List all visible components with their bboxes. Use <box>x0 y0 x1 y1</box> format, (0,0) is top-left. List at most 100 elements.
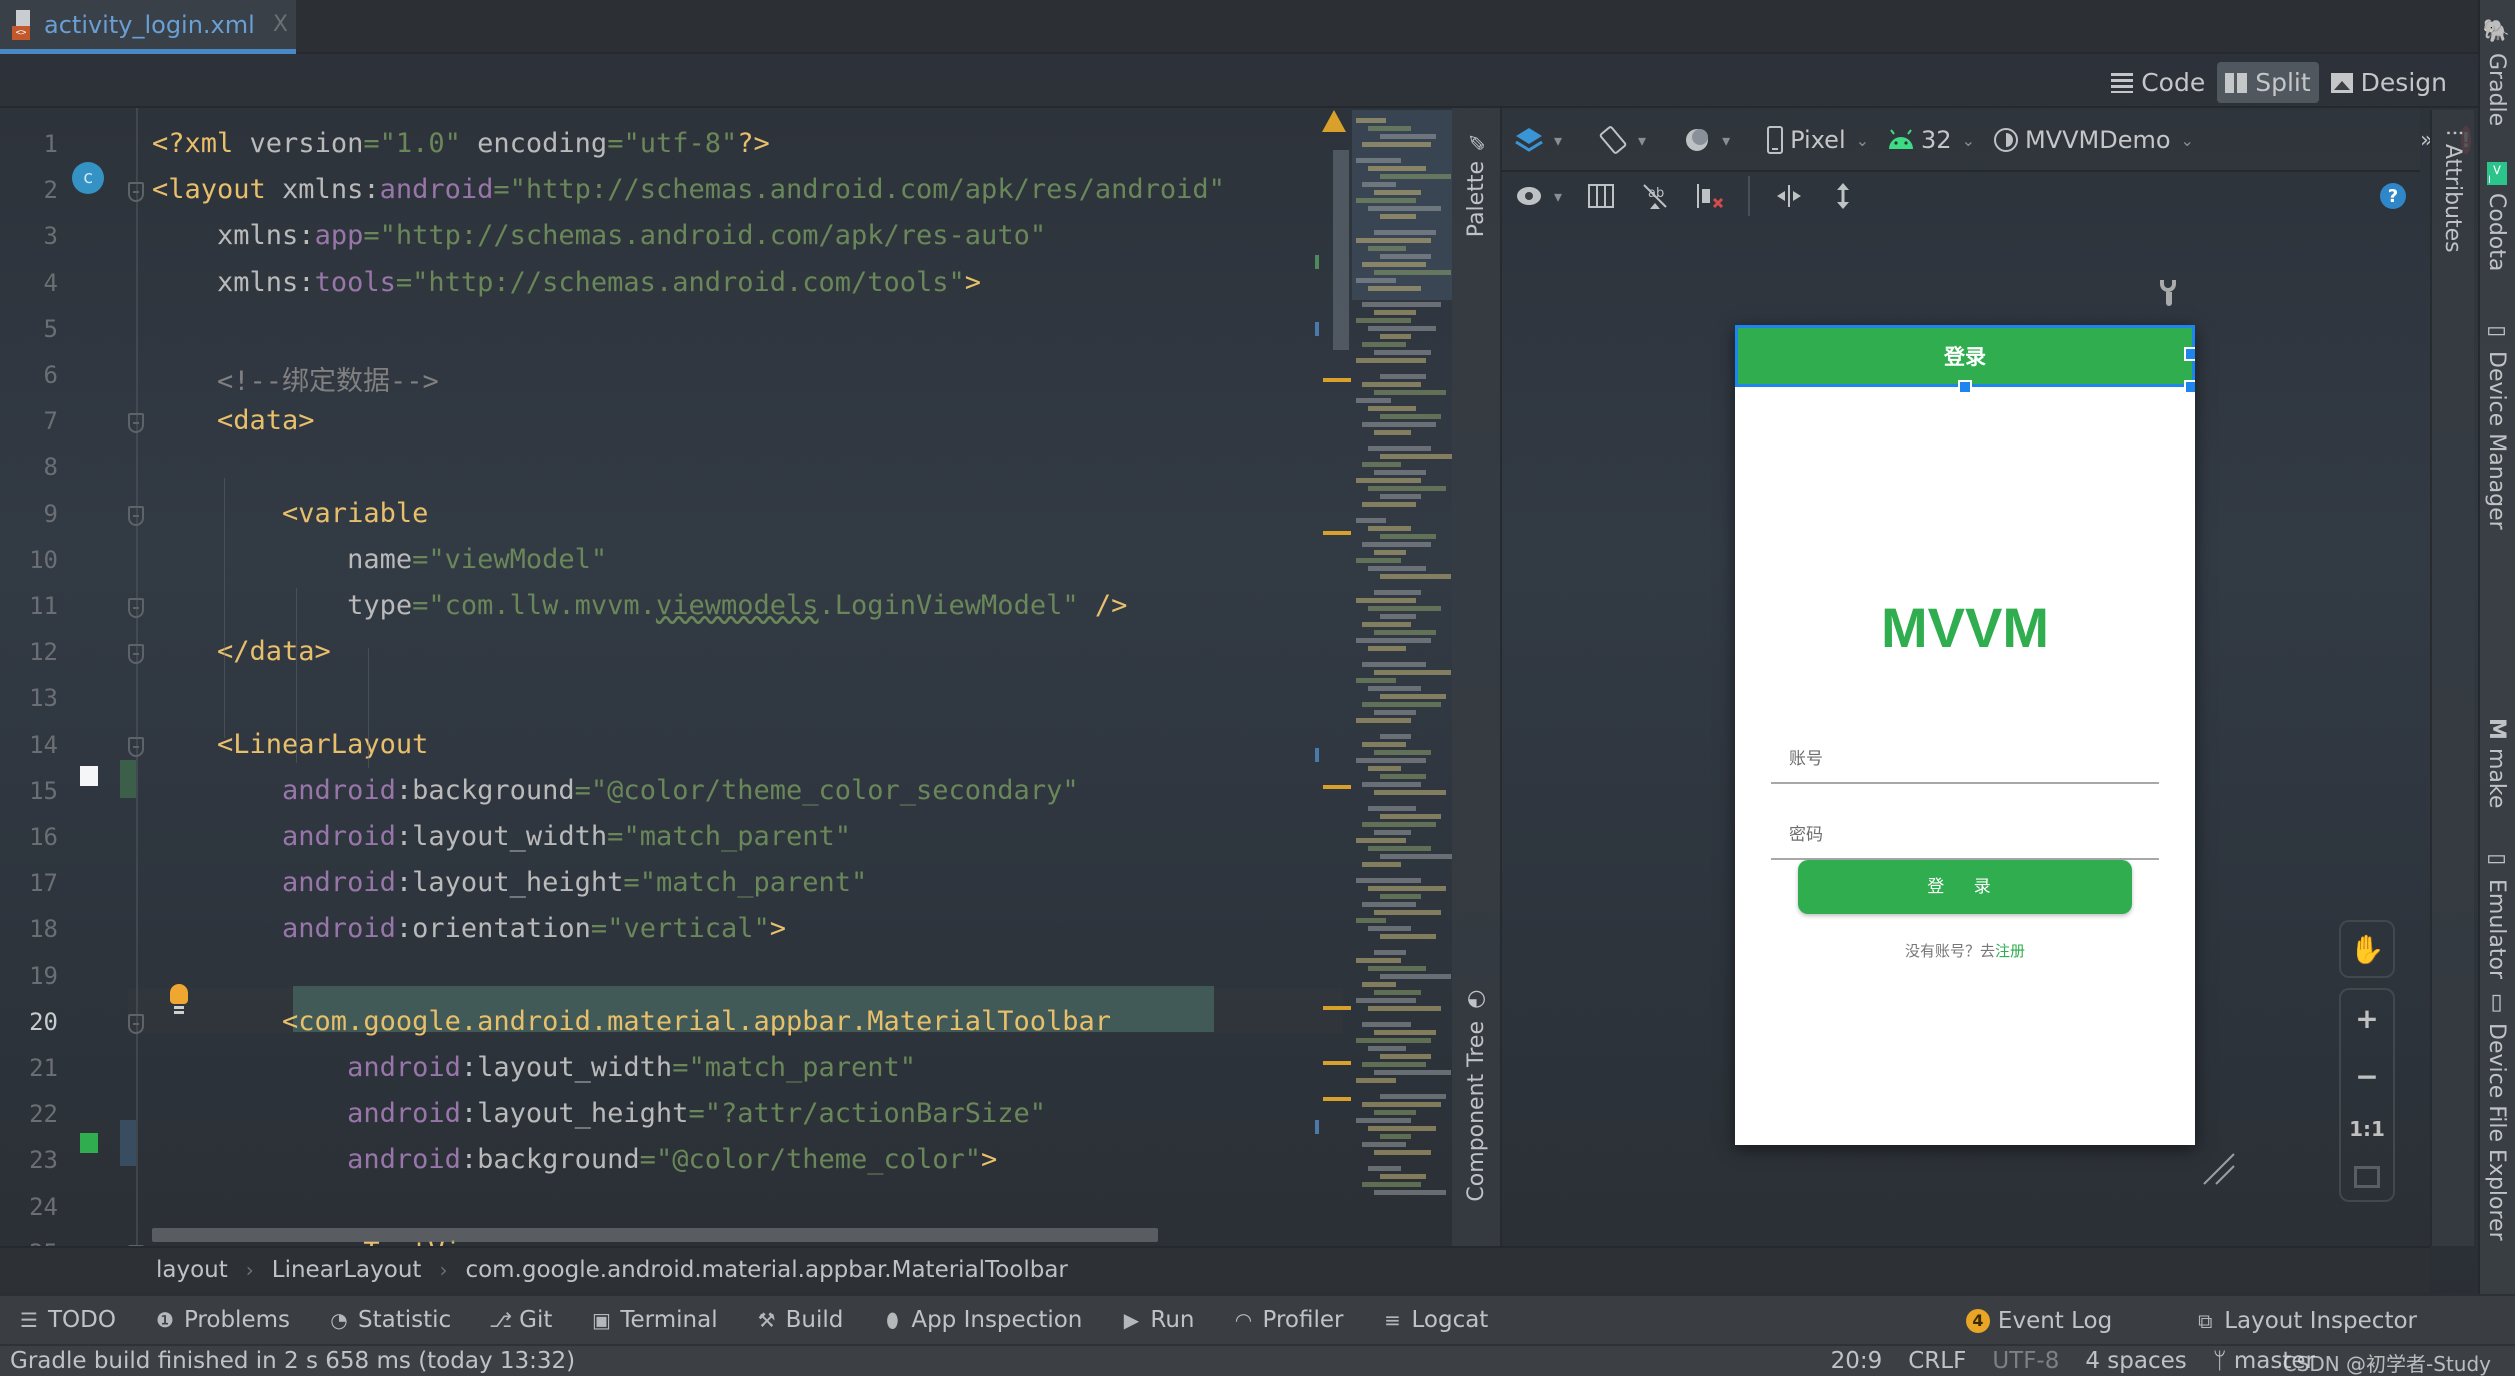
design-surface-button[interactable]: ▾ <box>1514 125 1562 155</box>
preview-password-field[interactable]: 密码 <box>1771 798 2159 860</box>
zoom-to-fit-icon[interactable] <box>2354 1165 2380 1188</box>
code-line[interactable]: android:orientation="vertical"> <box>152 913 786 944</box>
warning-stripe-mark[interactable] <box>1323 1006 1351 1010</box>
blueprint-columns-icon[interactable] <box>1586 181 1616 211</box>
api-level-selector[interactable]: 32 ⌄ <box>1887 126 1975 154</box>
preview-account-field[interactable]: 账号 <box>1771 722 2159 784</box>
code-minimap[interactable] <box>1352 108 1452 1246</box>
intention-bulb-icon[interactable] <box>170 984 188 1012</box>
selection-handle-corner[interactable] <box>2184 380 2195 394</box>
fold-toggle-icon[interactable] <box>128 182 144 203</box>
vcs-change-marker[interactable] <box>120 760 136 798</box>
code-line[interactable]: android:layout_width="match_parent" <box>152 1052 916 1083</box>
zoom-out-button[interactable]: − <box>2355 1060 2378 1093</box>
palette-tab[interactable]: Palette ✎ <box>1464 128 1489 237</box>
tool-window-logcat[interactable]: ≡ Logcat <box>1381 1307 1488 1333</box>
change-stripe-mark[interactable] <box>1315 1120 1319 1134</box>
code-line[interactable]: name="viewModel" <box>152 544 607 575</box>
tool-window-build[interactable]: ⚒ Build <box>756 1307 844 1333</box>
code-line[interactable]: <data> <box>152 405 315 436</box>
tool-window-statistic[interactable]: ◔ Statistic <box>328 1307 451 1333</box>
gradle-tab[interactable]: 🐘 Gradle <box>2484 18 2509 126</box>
expand-vertical-icon[interactable] <box>1828 181 1858 211</box>
fold-toggle-icon[interactable] <box>128 1013 144 1034</box>
code-line[interactable]: xmlns:app="http://schemas.android.com/ap… <box>152 220 1046 251</box>
code-line[interactable]: <com.google.android.material.appbar.Mate… <box>152 1006 1111 1037</box>
code-line[interactable]: <variable <box>152 498 428 529</box>
fold-toggle-icon[interactable] <box>128 736 144 757</box>
code-line[interactable]: android:layout_width="match_parent" <box>152 821 851 852</box>
vcs-change-marker[interactable] <box>120 1120 136 1166</box>
event-log-button[interactable]: 4 Event Log <box>1965 1308 2112 1334</box>
preview-material-toolbar[interactable]: 登录 <box>1735 325 2195 387</box>
warning-stripe-mark[interactable] <box>1323 1097 1351 1101</box>
tool-window-todo[interactable]: ☰ TODO <box>18 1307 116 1333</box>
color-swatch-secondary[interactable] <box>80 766 98 786</box>
breadcrumb-item-linearlayout[interactable]: LinearLayout <box>272 1257 422 1283</box>
line-ending[interactable]: CRLF <box>1908 1348 1966 1374</box>
pack-horizontal-icon[interactable] <box>1774 181 1804 211</box>
file-encoding[interactable]: UTF-8 <box>1992 1348 2059 1374</box>
register-link[interactable]: 注册 <box>1995 942 2025 960</box>
color-swatch-theme[interactable] <box>80 1133 98 1153</box>
warning-icon[interactable] <box>1322 110 1346 132</box>
code-line[interactable]: </data> <box>152 636 331 667</box>
tool-window-profiler[interactable]: ◠ Profiler <box>1233 1307 1344 1333</box>
night-mode-button[interactable]: ▾ <box>1682 125 1730 155</box>
component-tree-tab[interactable]: Component Tree ◔ <box>1464 988 1489 1202</box>
tool-window-terminal[interactable]: ▣ Terminal <box>590 1307 718 1333</box>
wrench-icon[interactable] <box>2160 280 2178 308</box>
change-stripe-mark[interactable] <box>1315 322 1319 336</box>
code-line[interactable]: <layout xmlns:android="http://schemas.an… <box>152 174 1225 205</box>
change-stripe-mark[interactable] <box>1315 255 1319 269</box>
warning-stripe-mark[interactable] <box>1323 785 1351 789</box>
theme-selector[interactable]: MVVMDemo ⌄ <box>1993 126 2194 154</box>
view-options-button[interactable]: ▾ <box>1514 181 1562 211</box>
tool-window-app-inspection[interactable]: ⬮ App Inspection <box>881 1307 1082 1333</box>
fold-toggle-icon[interactable] <box>128 505 144 526</box>
tab-activity-login-xml[interactable]: <> activity_login.xml X <box>0 0 296 54</box>
layout-preview-device[interactable]: 登录 MVVM 账号 密码 登 录 没有账号？去注册 <box>1735 325 2195 1145</box>
class-badge-icon[interactable]: c <box>72 162 104 194</box>
code-line[interactable]: <?xml version="1.0" encoding="utf-8"?> <box>152 128 770 159</box>
warning-stripe-mark[interactable] <box>1323 1061 1351 1065</box>
device-file-explorer-tab[interactable]: ▯ Device File Explorer <box>2484 990 2509 1241</box>
breadcrumb-item-layout[interactable]: layout <box>156 1257 228 1283</box>
code-line[interactable]: xmlns:tools="http://schemas.android.com/… <box>152 267 981 298</box>
code-line[interactable]: android:layout_height="?attr/actionBarSi… <box>152 1098 1046 1129</box>
layout-inspector-button[interactable]: ⧉ Layout Inspector <box>2194 1308 2417 1334</box>
device-manager-tab[interactable]: ▭ Device Manager <box>2484 318 2509 530</box>
pan-tool-button[interactable]: ✋ <box>2339 920 2395 978</box>
code-line[interactable]: android:layout_height="match_parent" <box>152 867 867 898</box>
codota-tab[interactable]: >_ Codota <box>2484 162 2509 271</box>
selection-handle-bottom[interactable] <box>1958 380 1972 394</box>
actual-size-button[interactable]: 1:1 <box>2349 1117 2385 1141</box>
change-stripe-mark[interactable] <box>1315 748 1319 762</box>
close-tab-icon[interactable]: X <box>273 12 288 37</box>
status-message[interactable]: Gradle build finished in 2 s 658 ms (tod… <box>10 1348 575 1374</box>
fold-toggle-icon[interactable] <box>128 598 144 618</box>
warning-stripe-mark[interactable] <box>1323 378 1351 382</box>
code-line[interactable]: type="com.llw.mvvm.viewmodels.LoginViewM… <box>152 590 1127 621</box>
design-mode-button[interactable]: Design <box>2323 62 2455 103</box>
horizontal-scrollbar[interactable] <box>152 1228 1158 1242</box>
fold-toggle-icon[interactable] <box>128 644 144 665</box>
preview-login-button[interactable]: 登 录 <box>1798 860 2132 914</box>
code-line[interactable]: android:background="@color/theme_color_s… <box>152 775 1079 806</box>
code-line[interactable]: android:background="@color/theme_color"> <box>152 1144 997 1175</box>
make-tab[interactable]: M make <box>2484 718 2509 808</box>
code-line[interactable]: <!--绑定数据--> <box>152 359 439 398</box>
tool-window-problems[interactable]: ❶ Problems <box>154 1307 290 1333</box>
help-icon[interactable]: ? <box>2380 183 2406 209</box>
device-selector[interactable]: Pixel ⌄ <box>1766 126 1869 154</box>
code-editor[interactable]: 1 <?xml version="1.0" encoding="utf-8"?> 2… <box>0 108 1440 1246</box>
selection-handle-right[interactable] <box>2184 347 2195 361</box>
split-mode-button[interactable]: Split <box>2217 62 2319 103</box>
code-line[interactable]: <LinearLayout <box>152 729 428 760</box>
tool-window-git[interactable]: ⎇ Git <box>489 1307 552 1333</box>
indent-setting[interactable]: 4 spaces <box>2085 1348 2186 1374</box>
code-mode-button[interactable]: Code <box>2103 62 2213 103</box>
warning-stripe-mark[interactable] <box>1323 531 1351 535</box>
resize-grip-icon[interactable] <box>2200 1150 2236 1186</box>
emulator-tab[interactable]: ▭ Emulator <box>2484 846 2509 979</box>
